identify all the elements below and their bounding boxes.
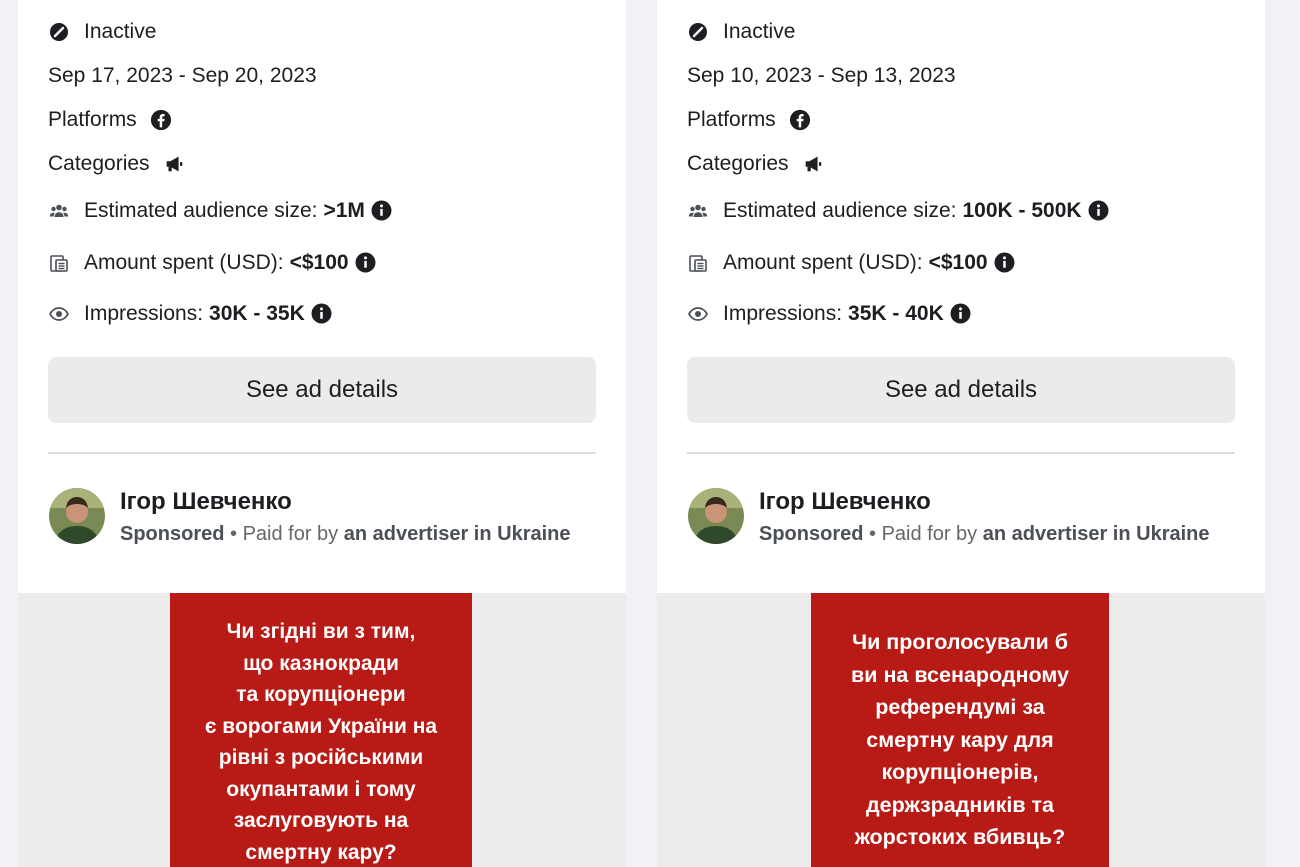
facebook-icon bbox=[788, 108, 812, 132]
ad-card: Inactive Sep 17, 2023 - Sep 20, 2023 Pla… bbox=[18, 0, 626, 867]
advertiser-name[interactable]: Ігор Шевченко bbox=[120, 488, 292, 516]
amount-spent-row: Amount spent (USD): <$100 bbox=[687, 251, 1016, 275]
impressions-label: Impressions: bbox=[84, 302, 204, 325]
impressions-label: Impressions: bbox=[723, 302, 843, 325]
sponsored-label: Sponsored bbox=[759, 523, 864, 545]
audience-value: >1M bbox=[323, 199, 365, 222]
megaphone-icon bbox=[801, 152, 825, 176]
ad-card: Inactive Sep 10, 2023 - Sep 13, 2023 Pla… bbox=[657, 0, 1265, 867]
inactive-icon bbox=[687, 21, 709, 43]
see-ad-details-button[interactable]: See ad details bbox=[48, 357, 596, 423]
people-icon bbox=[687, 200, 709, 222]
paid-for-value: an advertiser in Ukraine bbox=[343, 523, 571, 545]
paid-for-value: an advertiser in Ukraine bbox=[982, 523, 1210, 545]
money-icon bbox=[687, 252, 709, 274]
ad-media: Чи проголосували б ви на всенародному ре… bbox=[657, 593, 1265, 867]
audience-row: Estimated audience size: >1M bbox=[48, 199, 393, 223]
impressions-value: 30K - 35K bbox=[209, 302, 305, 325]
impressions-row: Impressions: 35K - 40K bbox=[687, 302, 972, 326]
money-icon bbox=[48, 252, 70, 274]
audience-label: Estimated audience size: bbox=[84, 199, 318, 222]
info-icon[interactable] bbox=[1088, 200, 1110, 222]
ad-creative-text: Чи проголосували б ви на всенародному ре… bbox=[811, 593, 1109, 867]
date-range-text: Sep 10, 2023 - Sep 13, 2023 bbox=[687, 64, 956, 87]
categories-row: Categories bbox=[687, 152, 825, 176]
categories-row: Categories bbox=[48, 152, 186, 176]
status-row: Inactive bbox=[687, 20, 795, 44]
eye-icon bbox=[48, 303, 70, 325]
impressions-value: 35K - 40K bbox=[848, 302, 944, 325]
categories-label: Categories bbox=[687, 152, 789, 175]
status-row: Inactive bbox=[48, 20, 156, 44]
audience-value: 100K - 500K bbox=[962, 199, 1082, 222]
status-text: Inactive bbox=[723, 20, 796, 43]
info-icon[interactable] bbox=[311, 303, 333, 325]
divider bbox=[48, 452, 596, 454]
platforms-label: Platforms bbox=[48, 108, 137, 131]
amount-spent-label: Amount spent (USD): bbox=[84, 251, 284, 274]
inactive-icon bbox=[48, 21, 70, 43]
see-ad-details-button[interactable]: See ad details bbox=[687, 357, 1235, 423]
ad-media: Чи згідні ви з тим, що казнокради та кор… bbox=[18, 593, 626, 867]
sponsored-line: Sponsored • Paid for by an advertiser in… bbox=[759, 523, 1210, 546]
platforms-label: Platforms bbox=[687, 108, 776, 131]
audience-row: Estimated audience size: 100K - 500K bbox=[687, 199, 1110, 223]
eye-icon bbox=[687, 303, 709, 325]
facebook-icon bbox=[149, 108, 173, 132]
audience-label: Estimated audience size: bbox=[723, 199, 957, 222]
date-range: Sep 10, 2023 - Sep 13, 2023 bbox=[687, 64, 956, 88]
date-range-text: Sep 17, 2023 - Sep 20, 2023 bbox=[48, 64, 317, 87]
categories-label: Categories bbox=[48, 152, 150, 175]
amount-spent-value: <$100 bbox=[289, 251, 349, 274]
sponsored-label: Sponsored bbox=[120, 523, 225, 545]
info-icon[interactable] bbox=[950, 303, 972, 325]
platforms-row: Platforms bbox=[48, 108, 173, 132]
platforms-row: Platforms bbox=[687, 108, 812, 132]
paid-for-prefix: • Paid for by bbox=[863, 523, 983, 545]
sponsored-line: Sponsored • Paid for by an advertiser in… bbox=[120, 523, 571, 546]
scrollbar[interactable] bbox=[1290, 0, 1300, 867]
avatar[interactable] bbox=[49, 488, 105, 544]
date-range: Sep 17, 2023 - Sep 20, 2023 bbox=[48, 64, 317, 88]
status-text: Inactive bbox=[84, 20, 157, 43]
info-icon[interactable] bbox=[355, 252, 377, 274]
ad-creative-text: Чи згідні ви з тим, що казнокради та кор… bbox=[170, 593, 472, 867]
amount-spent-label: Amount spent (USD): bbox=[723, 251, 923, 274]
info-icon[interactable] bbox=[371, 200, 393, 222]
impressions-row: Impressions: 30K - 35K bbox=[48, 302, 333, 326]
info-icon[interactable] bbox=[994, 252, 1016, 274]
advertiser-name[interactable]: Ігор Шевченко bbox=[759, 488, 931, 516]
amount-spent-row: Amount spent (USD): <$100 bbox=[48, 251, 377, 275]
avatar[interactable] bbox=[688, 488, 744, 544]
people-icon bbox=[48, 200, 70, 222]
amount-spent-value: <$100 bbox=[928, 251, 988, 274]
divider bbox=[687, 452, 1235, 454]
paid-for-prefix: • Paid for by bbox=[224, 523, 344, 545]
megaphone-icon bbox=[162, 152, 186, 176]
